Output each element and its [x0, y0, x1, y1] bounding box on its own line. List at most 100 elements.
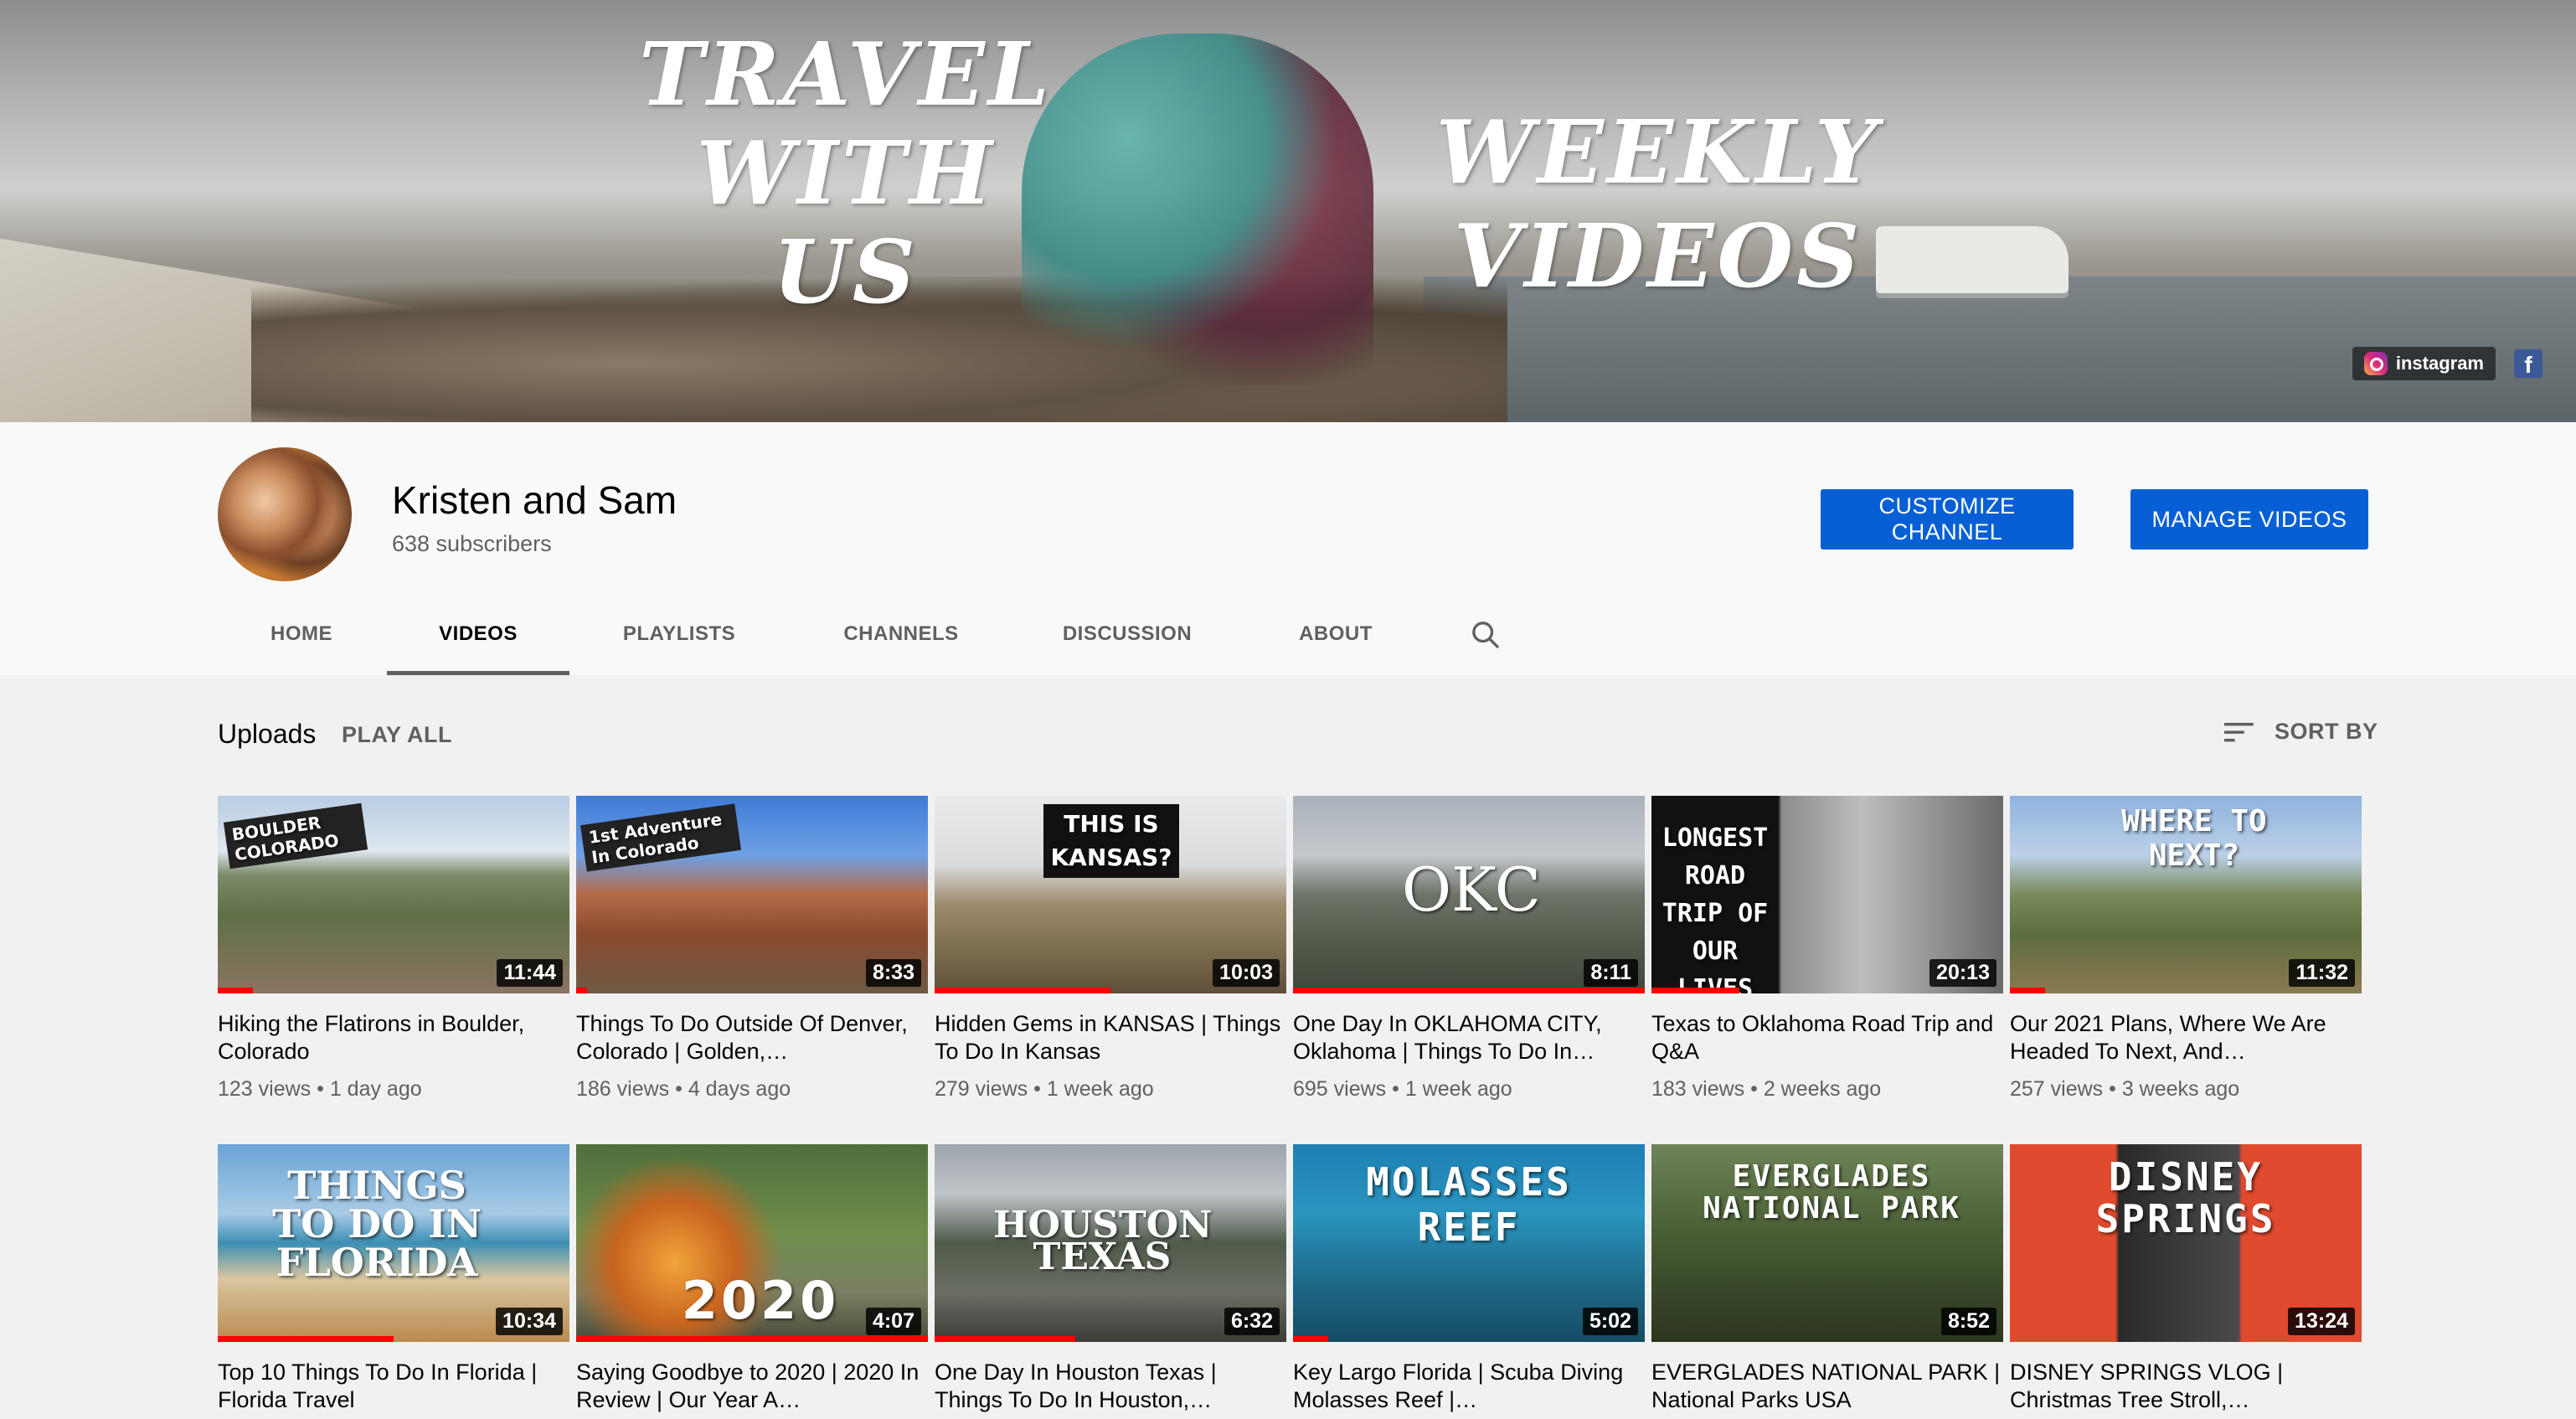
video-duration: 10:03 [1213, 959, 1280, 987]
banner-couple-image [1022, 34, 1373, 385]
banner-right-text: WEEKLY VIDEOS [1435, 101, 1881, 307]
subscriber-count: 638 subscribers [392, 531, 552, 556]
tab-playlists[interactable]: PLAYLISTS [569, 606, 789, 675]
video-thumbnail[interactable]: 2020 4:07 [576, 1144, 928, 1342]
video-meta: 183 views • 2 weeks ago [1651, 1077, 1882, 1101]
video-thumbnail[interactable]: THINGS TO DO IN FLORIDA 10:34 [218, 1144, 569, 1342]
video-card[interactable]: DISNEY SPRINGS 13:24 DISNEY SPRINGS VLOG… [2010, 1144, 2362, 1414]
video-thumbnail[interactable]: MOLASSES REEF 5:02 [1293, 1144, 1645, 1342]
thumbnail-text: LONGEST ROAD TRIP OF OUR LIVES [1662, 823, 1769, 993]
instagram-label: instagram [2395, 353, 2484, 374]
thumbnail-text: BOULDER COLORADO [223, 802, 368, 869]
video-title[interactable]: One Day In OKLAHOMA CITY, Oklahoma | Thi… [1293, 1010, 1645, 1066]
watch-progress-bar [935, 1336, 1075, 1342]
video-views: 695 views [1293, 1077, 1387, 1101]
video-title[interactable]: Our 2021 Plans, Where We Are Headed To N… [2010, 1010, 2362, 1066]
video-duration: 5:02 [1582, 1308, 1638, 1335]
video-thumbnail[interactable]: BOULDER COLORADO 11:44 [218, 796, 569, 993]
video-meta: 279 views • 1 week ago [935, 1077, 1154, 1101]
video-thumbnail[interactable]: THIS IS KANSAS? 10:03 [935, 796, 1286, 993]
video-thumbnail[interactable]: 1st Adventure In Colorado 8:33 [576, 796, 928, 993]
video-card[interactable]: 1st Adventure In Colorado 8:33 Things To… [576, 796, 928, 1102]
watch-progress-bar [576, 1336, 928, 1342]
tab-home[interactable]: HOME [218, 606, 385, 675]
tab-discussion[interactable]: DISCUSSION [1013, 606, 1241, 675]
video-thumbnail[interactable]: DISNEY SPRINGS 13:24 [2010, 1144, 2362, 1342]
video-thumbnail[interactable]: LONGEST ROAD TRIP OF OUR LIVES 20:13 [1651, 796, 2003, 993]
video-thumbnail[interactable]: EVERGLADES NATIONAL PARK 8:52 [1651, 1144, 2003, 1342]
video-card[interactable]: WHERE TO NEXT? 11:32 Our 2021 Plans, Whe… [2010, 796, 2362, 1102]
video-duration: 6:32 [1224, 1308, 1280, 1335]
tab-about[interactable]: ABOUT [1241, 606, 1430, 675]
watch-progress-bar [1293, 988, 1645, 993]
video-thumbnail[interactable]: HOUSTON TEXAS 6:32 [935, 1144, 1286, 1342]
video-card[interactable]: LONGEST ROAD TRIP OF OUR LIVES 20:13 Tex… [1651, 796, 2003, 1102]
video-meta: 123 views • 1 day ago [218, 1077, 422, 1101]
video-card[interactable]: OKC 8:11 One Day In OKLAHOMA CITY, Oklah… [1293, 796, 1645, 1102]
video-title[interactable]: Hidden Gems in KANSAS | Things To Do In … [935, 1010, 1286, 1066]
sort-by-label: SORT BY [2275, 719, 2378, 744]
customize-channel-button[interactable]: CUSTOMIZE CHANNEL [1821, 489, 2074, 550]
watch-progress-bar [1293, 1336, 1328, 1342]
thumbnail-text: THIS IS KANSAS? [1043, 804, 1179, 878]
watch-progress-bar [218, 1336, 394, 1342]
video-title[interactable]: Things To Do Outside Of Denver, Colorado… [576, 1010, 928, 1066]
thumbnail-text: MOLASSES REEF [1366, 1159, 1572, 1250]
banner-boat [1876, 226, 2069, 293]
search-icon[interactable] [1469, 618, 1502, 652]
thumbnail-text: DISNEY SPRINGS [2095, 1154, 2276, 1241]
video-meta: 257 views • 3 weeks ago [2010, 1077, 2240, 1101]
video-title[interactable]: DISNEY SPRINGS VLOG | Christmas Tree Str… [2010, 1359, 2362, 1414]
sort-icon [2224, 722, 2254, 741]
channel-avatar[interactable] [218, 447, 352, 581]
instagram-icon [2363, 352, 2388, 375]
thumbnail-text: 2020 [681, 1270, 840, 1331]
facebook-icon[interactable]: f [2514, 349, 2543, 378]
video-duration: 11:32 [2289, 959, 2355, 987]
watch-progress-bar [2010, 988, 2045, 993]
video-card[interactable]: THINGS TO DO IN FLORIDA 10:34 Top 10 Thi… [218, 1144, 569, 1414]
video-title[interactable]: Saying Goodbye to 2020 | 2020 In Review … [576, 1359, 928, 1414]
video-duration: 20:13 [1929, 959, 1996, 987]
video-duration: 11:44 [497, 959, 563, 987]
video-card[interactable]: THIS IS KANSAS? 10:03 Hidden Gems in KAN… [935, 796, 1286, 1102]
video-card[interactable]: HOUSTON TEXAS 6:32 One Day In Houston Te… [935, 1144, 1286, 1414]
video-views: 123 views [218, 1077, 312, 1101]
thumbnail-text: EVERGLADES NATIONAL PARK [1703, 1159, 1960, 1226]
video-card[interactable]: MOLASSES REEF 5:02 Key Largo Florida | S… [1293, 1144, 1645, 1414]
video-thumbnail[interactable]: WHERE TO NEXT? 11:32 [2010, 796, 2362, 993]
tab-channels[interactable]: CHANNELS [789, 606, 1013, 675]
video-card[interactable]: BOULDER COLORADO 11:44 Hiking the Flatir… [218, 796, 569, 1102]
video-age: 3 weeks ago [2121, 1077, 2240, 1101]
manage-videos-button[interactable]: MANAGE VIDEOS [2130, 489, 2368, 550]
video-duration: 8:52 [1940, 1308, 1996, 1335]
video-title[interactable]: EVERGLADES NATIONAL PARK | National Park… [1651, 1359, 2003, 1414]
video-meta: 695 views • 1 week ago [1293, 1077, 1512, 1101]
video-title[interactable]: Top 10 Things To Do In Florida | Florida… [218, 1359, 569, 1414]
video-meta: 186 views • 4 days ago [576, 1077, 791, 1101]
video-title[interactable]: Key Largo Florida | Scuba Diving Molasse… [1293, 1359, 1645, 1414]
video-card[interactable]: 2020 4:07 Saying Goodbye to 2020 | 2020 … [576, 1144, 928, 1414]
thumbnail-text: OKC [1402, 854, 1541, 925]
video-title[interactable]: Hiking the Flatirons in Boulder, Colorad… [218, 1010, 569, 1066]
video-title[interactable]: Texas to Oklahoma Road Trip and Q&A [1651, 1010, 2003, 1066]
video-views: 257 views [2010, 1077, 2104, 1101]
video-duration: 4:07 [865, 1308, 921, 1335]
play-all-button[interactable]: PLAY ALL [342, 722, 452, 748]
video-age: 2 weeks ago [1763, 1077, 1882, 1101]
video-card[interactable]: EVERGLADES NATIONAL PARK 8:52 EVERGLADES… [1651, 1144, 2003, 1414]
video-duration: 8:33 [865, 959, 921, 987]
video-thumbnail[interactable]: OKC 8:11 [1293, 796, 1645, 993]
tab-videos[interactable]: VIDEOS [387, 606, 569, 675]
video-duration: 8:11 [1584, 959, 1638, 987]
video-title[interactable]: One Day In Houston Texas | Things To Do … [935, 1359, 1286, 1414]
video-age: 1 day ago [329, 1077, 422, 1101]
thumbnail-text: WHERE TO NEXT? [2121, 804, 2267, 873]
sort-by-button[interactable]: SORT BY [2224, 719, 2378, 745]
video-views: 183 views [1651, 1077, 1745, 1101]
instagram-link[interactable]: instagram [2352, 347, 2496, 380]
thumbnail-text: HOUSTON TEXAS [993, 1204, 1213, 1278]
watch-progress-bar [1651, 988, 1739, 993]
watch-progress-bar [218, 988, 253, 993]
video-age: 1 week ago [1404, 1077, 1512, 1101]
